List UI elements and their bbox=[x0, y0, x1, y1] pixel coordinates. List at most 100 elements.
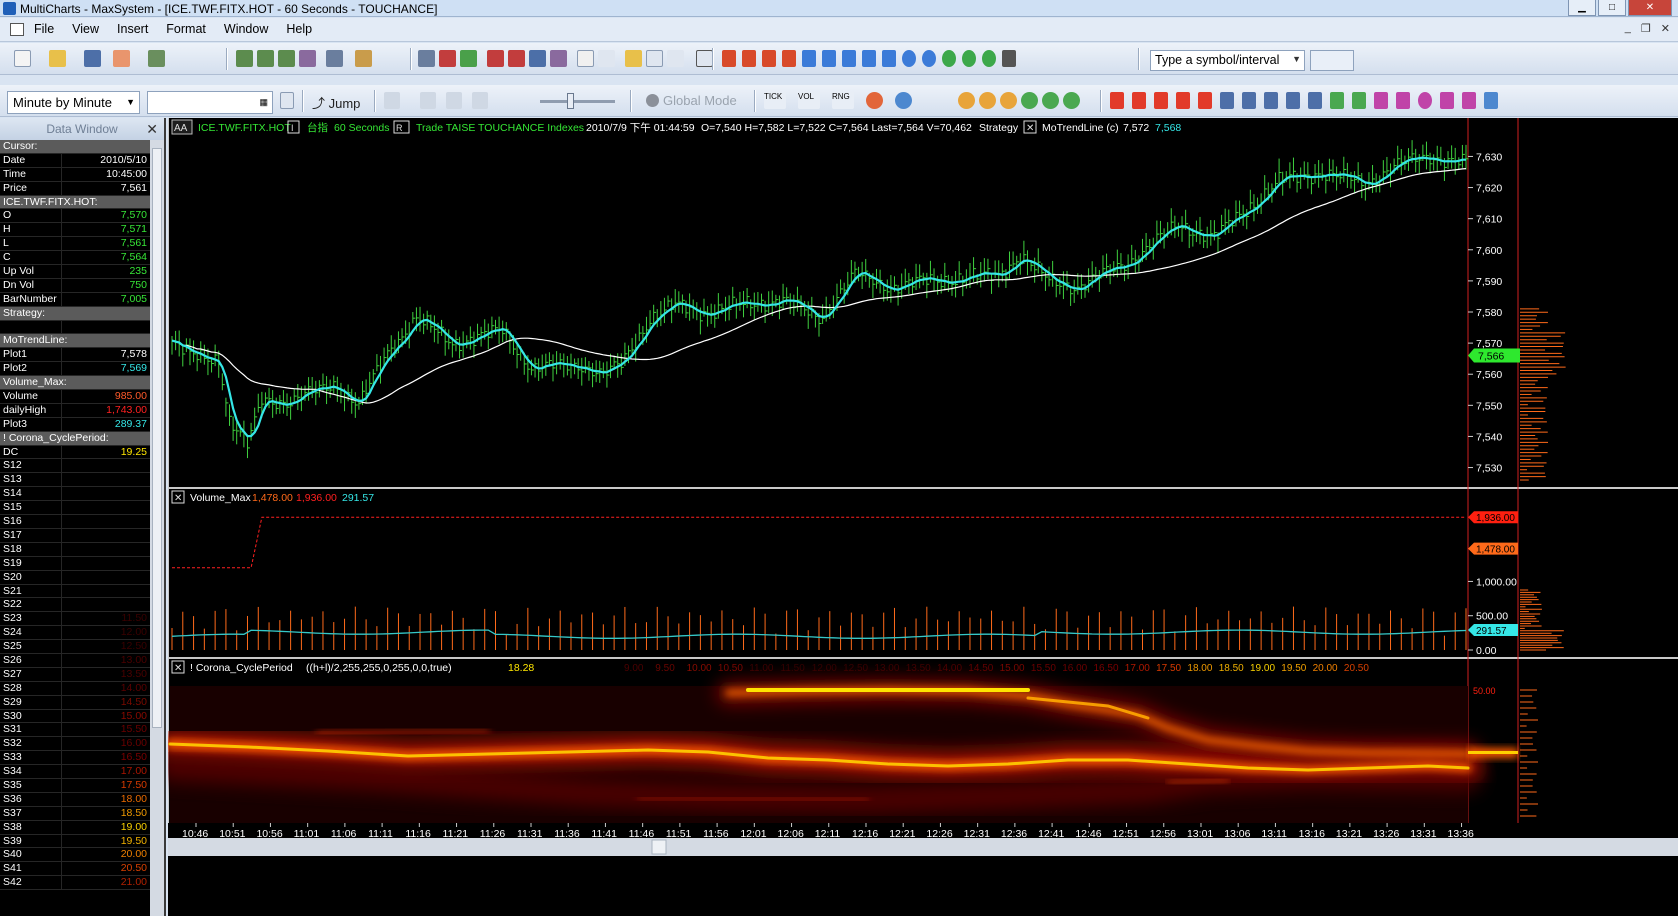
comment-icon[interactable] bbox=[625, 50, 642, 67]
scroll-left-icon[interactable] bbox=[742, 50, 756, 67]
mdi-restore-button[interactable]: ❐ bbox=[1641, 22, 1651, 35]
symbol-input[interactable]: Type a symbol/interval ▼ bbox=[1150, 50, 1305, 71]
layout-icon[interactable] bbox=[696, 50, 713, 67]
cycle-icon[interactable] bbox=[1308, 92, 1322, 109]
chart-scrollbar[interactable] bbox=[168, 838, 1678, 856]
time-zones-icon[interactable] bbox=[1286, 92, 1300, 109]
data-window-scrollbar[interactable] bbox=[150, 140, 164, 916]
price-pane[interactable] bbox=[168, 118, 1468, 488]
zoom-fit-icon[interactable] bbox=[962, 50, 976, 67]
tick-icon[interactable]: TICK bbox=[764, 92, 786, 109]
alert-icon[interactable] bbox=[529, 50, 546, 67]
bar-chart-icon[interactable] bbox=[418, 50, 435, 67]
mdi-close-button[interactable]: ✕ bbox=[1661, 22, 1670, 35]
move-up-icon[interactable] bbox=[802, 50, 816, 67]
tf1-icon[interactable] bbox=[958, 92, 975, 109]
menu-help[interactable]: Help bbox=[286, 22, 312, 36]
checkmark-icon[interactable] bbox=[460, 50, 477, 67]
settings-icon[interactable] bbox=[895, 92, 912, 109]
move-left-icon[interactable] bbox=[722, 50, 736, 67]
andrews-icon[interactable] bbox=[1198, 92, 1212, 109]
pen-icon[interactable] bbox=[1440, 92, 1454, 109]
snap-icon[interactable] bbox=[646, 50, 663, 67]
jump-button[interactable]: ⤴ Jump bbox=[312, 93, 360, 112]
minimize-button[interactable]: ▁ bbox=[1568, 0, 1596, 16]
trendline-icon[interactable] bbox=[1110, 92, 1124, 109]
dom-icon[interactable] bbox=[278, 50, 295, 67]
play-icon[interactable] bbox=[420, 92, 436, 109]
menu-format[interactable]: Format bbox=[166, 22, 206, 36]
resolution-select[interactable]: Minute by Minute ▼ bbox=[7, 91, 140, 114]
arrow-icon[interactable] bbox=[1462, 92, 1476, 109]
mdi-minimize-button[interactable]: _ bbox=[1625, 22, 1631, 35]
save-icon[interactable] bbox=[84, 50, 101, 67]
tf3-icon[interactable] bbox=[1000, 92, 1017, 109]
open-icon[interactable] bbox=[49, 50, 66, 67]
chart-icon[interactable] bbox=[236, 50, 253, 67]
menu-view[interactable]: View bbox=[72, 22, 99, 36]
chart-trading-icon[interactable] bbox=[326, 50, 343, 67]
hourglass-icon[interactable] bbox=[762, 50, 776, 67]
arrow-up-icon[interactable] bbox=[1484, 92, 1498, 109]
channel-icon[interactable] bbox=[1154, 92, 1168, 109]
indicator-icon[interactable] bbox=[439, 50, 456, 67]
gann-icon[interactable] bbox=[1242, 92, 1256, 109]
compress-icon[interactable] bbox=[842, 50, 856, 67]
zoom-reset-icon[interactable] bbox=[982, 50, 996, 67]
orders-icon[interactable] bbox=[355, 50, 372, 67]
percent-icon[interactable] bbox=[866, 92, 883, 109]
global-mode-toggle[interactable]: Global Mode bbox=[646, 93, 737, 108]
strategy-icon[interactable] bbox=[508, 50, 525, 67]
tf4-icon[interactable] bbox=[1021, 92, 1038, 109]
new-icon[interactable] bbox=[14, 50, 31, 67]
slider-thumb[interactable] bbox=[567, 93, 574, 109]
crosshair-icon[interactable] bbox=[598, 50, 615, 67]
jump-date-input[interactable]: ▦ bbox=[147, 91, 273, 114]
arc-icon[interactable] bbox=[1352, 92, 1366, 109]
ellipse-icon[interactable] bbox=[1418, 92, 1432, 109]
scrollbar-thumb[interactable] bbox=[152, 148, 162, 728]
menu-window[interactable]: Window bbox=[224, 22, 268, 36]
draw-icon[interactable] bbox=[667, 50, 684, 67]
refresh-icon[interactable] bbox=[942, 50, 956, 67]
signal-icon[interactable] bbox=[487, 50, 504, 67]
magic-icon[interactable] bbox=[1002, 50, 1016, 67]
zoom-out-icon[interactable] bbox=[922, 50, 936, 67]
zoom-in-icon[interactable] bbox=[902, 50, 916, 67]
maximize-button[interactable]: □ bbox=[1598, 0, 1626, 16]
parallel-icon[interactable] bbox=[1176, 92, 1190, 109]
speed-icon[interactable] bbox=[1330, 92, 1344, 109]
step-back-icon[interactable] bbox=[384, 92, 400, 109]
symbol-icon[interactable] bbox=[550, 50, 567, 67]
text-icon[interactable] bbox=[1374, 92, 1388, 109]
chevron-down-icon[interactable]: ▼ bbox=[1292, 54, 1301, 64]
jump-end-icon[interactable] bbox=[280, 92, 294, 109]
fib-icon[interactable] bbox=[1220, 92, 1234, 109]
close-workspace-icon[interactable] bbox=[113, 50, 130, 67]
horizontal-line-icon[interactable] bbox=[1132, 92, 1146, 109]
rng-icon[interactable]: RNG bbox=[832, 92, 854, 109]
globe-icon[interactable] bbox=[1310, 50, 1354, 71]
calendar-icon[interactable]: ▦ bbox=[259, 97, 268, 108]
portfolio-icon[interactable] bbox=[299, 50, 316, 67]
expand-icon[interactable] bbox=[882, 50, 896, 67]
move-down-icon[interactable] bbox=[822, 50, 836, 67]
step-forward-icon[interactable] bbox=[446, 92, 462, 109]
scroll-right-icon[interactable] bbox=[862, 50, 876, 67]
chart-window[interactable]: AA ICE.TWF.FITX.HOT I 台指 60 Seconds R Trade TA… bbox=[168, 118, 1678, 916]
vol-icon[interactable]: VOL bbox=[798, 92, 820, 109]
tf6-icon[interactable] bbox=[1063, 92, 1080, 109]
tf5-icon[interactable] bbox=[1042, 92, 1059, 109]
chart-window-icon[interactable] bbox=[10, 23, 24, 36]
cross-lines-icon[interactable] bbox=[1264, 92, 1278, 109]
close-icon[interactable]: ✕ bbox=[146, 118, 158, 140]
window-icon[interactable] bbox=[148, 50, 165, 67]
close-button[interactable]: ✕ bbox=[1628, 0, 1672, 16]
pointer-icon[interactable] bbox=[577, 50, 594, 67]
go-end-icon[interactable] bbox=[472, 92, 488, 109]
menu-insert[interactable]: Insert bbox=[117, 22, 148, 36]
menu-file[interactable]: File bbox=[34, 22, 54, 36]
scanner-icon[interactable] bbox=[257, 50, 274, 67]
tf2-icon[interactable] bbox=[979, 92, 996, 109]
chart-scrollbar-thumb[interactable] bbox=[651, 839, 667, 855]
